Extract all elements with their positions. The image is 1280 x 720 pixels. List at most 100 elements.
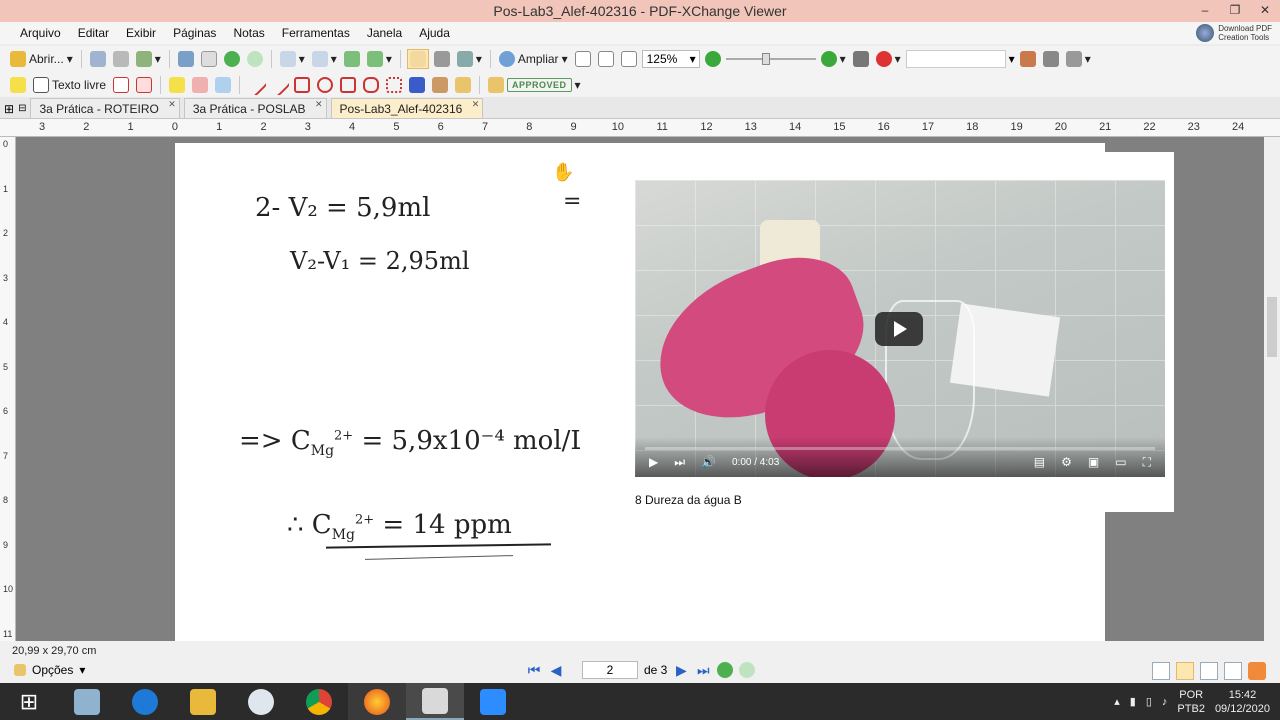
progress-bar[interactable] [645,447,1155,450]
pencil-button[interactable] [430,75,450,95]
forward-button[interactable] [245,49,265,69]
close-icon[interactable]: ✕ [168,99,176,110]
zoom-tool-button[interactable]: Ampliar ▾ [497,49,570,69]
zoom-out-button[interactable] [703,49,723,69]
miniplayer-icon[interactable]: ▣ [1088,455,1099,470]
email-button[interactable] [176,49,196,69]
redo-button[interactable]: ▾ [310,49,339,69]
actual-size-button[interactable] [573,49,593,69]
menu-arquivo[interactable]: Arquivo [14,22,72,44]
pin-button[interactable] [407,75,427,95]
zoom-in-button[interactable]: ▾ [819,49,848,69]
tab-pos-lab3[interactable]: Pos-Lab3_Alef-402316 ✕ [330,98,484,118]
back-button[interactable] [222,49,242,69]
continuous-icon[interactable] [1176,662,1194,680]
taskbar-firefox[interactable] [348,683,406,720]
arrow-button[interactable] [244,73,268,97]
chevron-down-icon[interactable]: ▾ [1009,52,1015,66]
start-button[interactable]: ⊞ [0,683,58,720]
video-player[interactable]: ▶ ⏭ 🔊 0:00 / 4:03 ▤ ⚙ ▣ ▭ ⛶ [635,180,1165,477]
play-icon[interactable]: ▶ [649,455,658,469]
chevron-up-icon[interactable]: ▴ [1114,695,1120,708]
typewriter-button[interactable] [134,75,154,95]
find-next-button[interactable] [1041,49,1061,69]
facing-continuous-icon[interactable] [1224,662,1242,680]
polygon-button[interactable] [338,75,358,95]
scrollbar-thumb[interactable] [1267,297,1277,357]
tools-button[interactable]: ▾ [1064,49,1093,69]
language-indicator[interactable]: POR PTB2 [1177,688,1205,716]
rectangle-button[interactable] [292,75,312,95]
save-button[interactable] [88,49,108,69]
close-icon[interactable]: ✕ [472,99,480,110]
taskbar-ie[interactable] [116,683,174,720]
taskbar-chrome[interactable] [290,683,348,720]
tab-roteiro[interactable]: 3a Prática - ROTEIRO ✕ [30,98,180,118]
menu-notas[interactable]: Notas [227,22,275,44]
hand-tool-button[interactable] [406,49,429,69]
taskbar-zoom[interactable] [464,683,522,720]
zoom-slider[interactable] [725,53,816,65]
close-button[interactable]: ✕ [1250,0,1280,22]
highlight-button[interactable] [167,75,187,95]
taskbar-mail[interactable] [232,683,290,720]
binoculars-button[interactable] [851,49,871,69]
eraser-button[interactable] [453,75,473,95]
tabs-menu-icon[interactable]: ⊟ [18,103,26,118]
previous-page-icon[interactable]: ◀ [548,662,564,678]
open-button[interactable]: Abrir... ▾ [8,49,75,69]
select-button[interactable]: ▾ [455,49,484,69]
underline-button[interactable] [213,75,233,95]
rotate-button[interactable] [342,49,362,69]
close-icon[interactable]: ✕ [315,99,323,110]
ocr-button[interactable] [199,49,219,69]
callout-button[interactable] [111,75,131,95]
vertical-scrollbar[interactable] [1264,137,1280,641]
clock[interactable]: 15:42 09/12/2020 [1215,688,1270,716]
fit-page-button[interactable] [596,49,616,69]
taskbar-explorer[interactable] [174,683,232,720]
zoom-select[interactable]: 125% ▾ [641,50,700,68]
big-play-button[interactable] [875,312,923,346]
menu-ferramentas[interactable]: Ferramentas [276,22,361,44]
cloud-button[interactable] [384,75,404,95]
oval-button[interactable] [315,75,335,95]
next-icon[interactable]: ⏭ [674,455,685,470]
facing-icon[interactable] [1200,662,1218,680]
taskbar-pdf-viewer[interactable] [406,683,464,720]
fullscreen-icon[interactable]: ⛶ [1143,455,1151,470]
minimize-button[interactable]: – [1190,0,1220,22]
last-page-icon[interactable]: ⏭ [695,662,711,678]
menu-paginas[interactable]: Páginas [167,22,227,44]
text-box-button[interactable]: Texto livre [31,75,108,95]
stamp-button[interactable]: APPROVED ▾ [486,75,583,95]
tabs-grid-icon[interactable]: ⊞ [4,102,18,118]
menu-janela[interactable]: Janela [361,22,413,44]
forward-view-icon[interactable] [739,662,756,678]
first-page-icon[interactable]: ⏮ [526,662,542,678]
snapshot-button[interactable] [432,49,452,69]
subtitles-icon[interactable]: ▤ [1034,455,1045,470]
pen-tool-icon[interactable] [1248,662,1266,680]
line-button[interactable] [267,73,291,97]
options-button[interactable]: Opções ▾ [14,663,85,677]
power-icon[interactable]: ▯ [1146,695,1152,708]
network-icon[interactable]: ▮ [1130,695,1136,708]
next-page-icon[interactable]: ▶ [673,662,689,678]
strikeout-button[interactable] [190,75,210,95]
menu-ajuda[interactable]: Ajuda [413,22,461,44]
rotate2-button[interactable]: ▾ [365,49,394,69]
volume-icon[interactable]: 🔊 [701,455,716,469]
settings-icon[interactable]: ⚙ [1061,455,1072,470]
menu-exibir[interactable]: Exibir [120,22,167,44]
print-button[interactable] [111,49,131,69]
undo-button[interactable]: ▾ [278,49,307,69]
single-page-icon[interactable] [1152,662,1170,680]
search-box[interactable] [905,50,1006,68]
page-number-input[interactable]: 2 [582,661,638,679]
download-pdf-promo[interactable]: Download PDF Creation Tools [1196,22,1272,44]
theater-icon[interactable]: ▭ [1115,455,1126,470]
slider-thumb[interactable] [761,53,770,65]
export-button[interactable]: ▾ [134,49,163,69]
spell-button[interactable]: ▾ [874,49,903,69]
